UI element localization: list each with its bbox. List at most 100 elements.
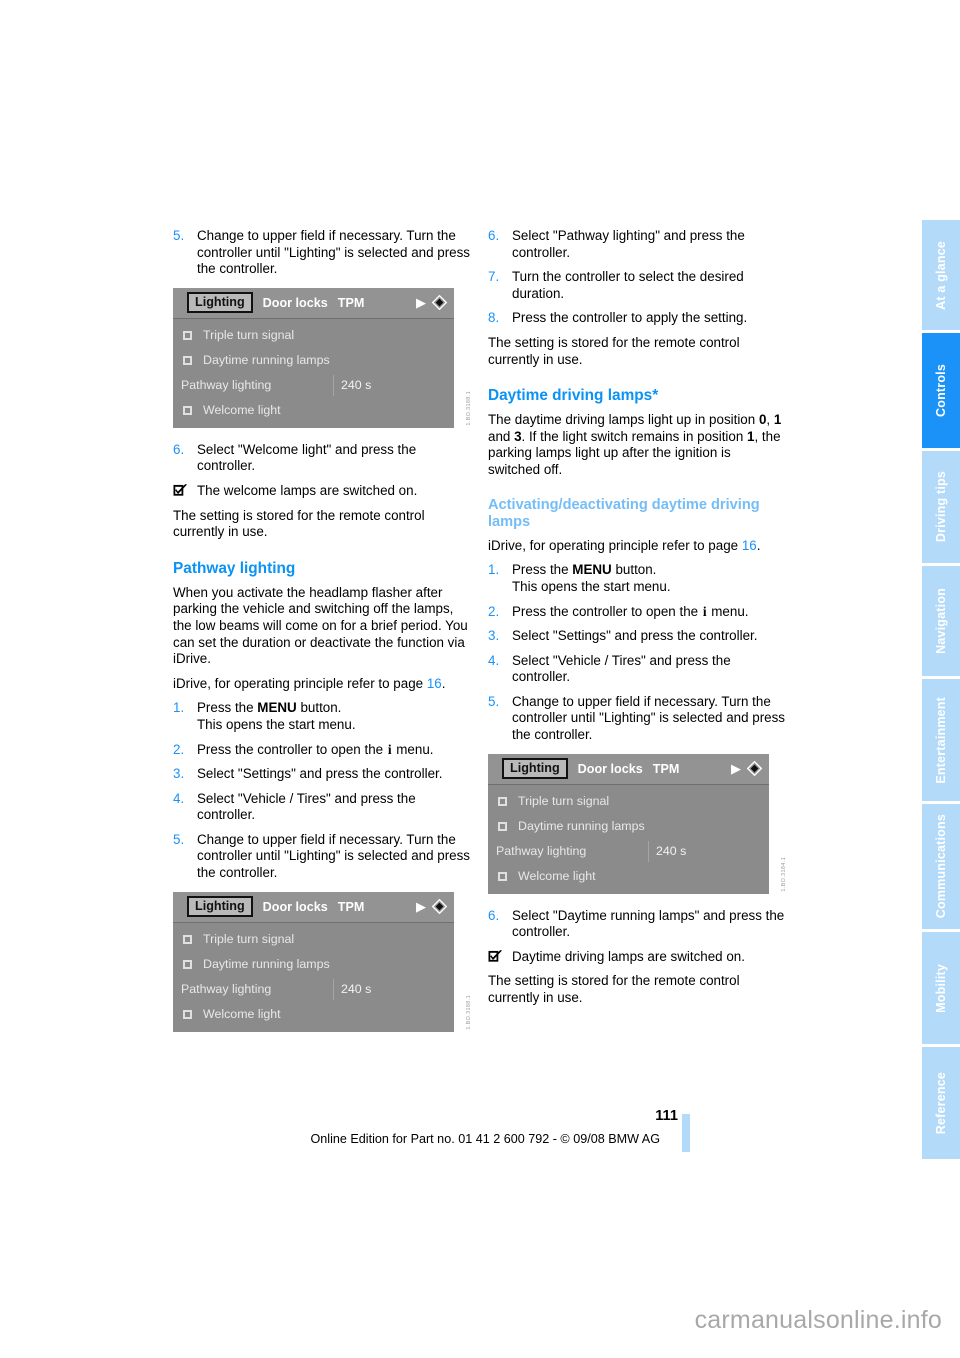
idrive-row-label: Welcome light [203,1007,281,1022]
idrive-row-welcome-light[interactable]: Welcome light [173,398,454,423]
steps-list-bottom-right: 6. Select "Daytime running lamps" and pr… [488,908,785,941]
idrive-row-triple-turn-signal[interactable]: Triple turn signal [173,927,454,952]
list-item: 3. Select "Settings" and press the contro… [173,766,470,783]
daytime-body-text: The daytime driving lamps light up in po… [488,412,785,478]
sidebar-tab-reference[interactable]: Reference [922,1047,960,1159]
checkbox-icon[interactable] [183,934,192,944]
idrive-reference-right: iDrive, for operating principle refer to… [488,538,785,555]
idrive-tabbar: Lighting Door locks TPM ▶ [488,753,769,785]
step-number: 8. [488,310,500,326]
step-number: 1. [488,562,500,578]
checkbox-icon[interactable] [183,405,192,415]
idrive-row-welcome-light[interactable]: Welcome light [488,864,769,889]
edition-line: Online Edition for Part no. 01 41 2 600 … [310,1132,660,1146]
step-text: Press the [197,700,258,716]
section-sidebar: At a glance Controls Driving tips Navigatio… [922,220,960,1162]
sidebar-tab-label: Entertainment [934,696,948,784]
checkbox-icon[interactable] [183,1009,192,1019]
idrive-tab-lighting[interactable]: Lighting [187,292,253,314]
idrive-tab-tpm[interactable]: TPM [338,296,365,310]
page-link[interactable]: 16 [742,538,757,553]
checkbox-icon[interactable] [498,796,507,806]
idrive-row-label: Pathway lighting [181,982,272,997]
sidebar-tab-mobility[interactable]: Mobility [922,932,960,1044]
list-item: 7. Turn the controller to select the desi… [488,269,785,302]
sidebar-tab-entertainment[interactable]: Entertainment [922,679,960,801]
idrive-ref-suffix: . [441,675,446,691]
idrive-row-value: 240 s [341,378,372,393]
step-number: 6. [488,907,500,923]
step-emphasis: MENU [572,562,612,578]
step-text: Press the controller to apply the settin… [512,310,748,326]
sidebar-tab-label: Reference [934,1071,948,1135]
watermark-text: carmanualsonline.info [694,1306,942,1334]
checkbox-icon[interactable] [498,871,507,881]
step-subline: This opens the start menu. [512,578,671,594]
idrive-figure-1: Lighting Door locks TPM ▶ Triple turn si… [173,287,472,428]
idrive-row-label: Daytime running lamps [203,353,330,368]
checkbox-icon[interactable] [183,330,192,340]
step-text-cont: menu. [707,603,749,619]
idrive-tab-door-locks[interactable]: Door locks [263,296,328,310]
page-link[interactable]: 16 [427,676,442,691]
idrive-tab-door-locks[interactable]: Door locks [578,762,643,776]
idrive-row-pathway-lighting[interactable]: Pathway lighting 240 s [173,977,454,1002]
idrive-row-list: Triple turn signal Daytime running lamps… [173,923,454,1027]
idrive-tab-lighting[interactable]: Lighting [187,896,253,918]
result-text: Daytime driving lamps are switched on. [512,948,745,964]
sidebar-tab-label: At a glance [934,240,948,310]
result-text: The welcome lamps are switched on. [197,482,418,498]
steps-list-top-right: 6. Select "Pathway lighting" and press th… [488,228,785,327]
step-text: Turn the controller to select the desire… [512,269,744,301]
checkbox-icon[interactable] [183,355,192,365]
step-number: 1. [173,700,185,716]
idrive-row-pathway-lighting[interactable]: Pathway lighting 240 s [488,839,769,864]
diamond-icon [431,898,448,914]
footer-marker-bar [682,1114,690,1152]
sidebar-tab-label: Controls [934,364,948,417]
idrive-row-label: Welcome light [518,869,596,884]
list-item: 1. Press the MENU button. This opens the s… [488,562,785,595]
right-arrow-icon: ▶ [416,898,426,914]
idrive-row-daytime-running-lamps[interactable]: Daytime running lamps [173,952,454,977]
position-1: 1 [773,412,782,428]
sidebar-tab-label: Driving tips [934,471,948,543]
step-text: Press the controller to open the [197,741,387,757]
list-item: 5. Change to upper field if necessary. T… [173,228,470,278]
sidebar-tab-communications[interactable]: Communications [922,804,960,929]
step-text: Change to upper field if necessary. Turn… [512,693,786,743]
checkbox-icon[interactable] [183,959,192,969]
step-number: 4. [173,790,185,806]
idrive-row-welcome-light[interactable]: Welcome light [173,1002,454,1027]
idrive-tab-door-locks[interactable]: Door locks [263,900,328,914]
step-emphasis: MENU [257,700,297,716]
step-text: Select "Settings" and press the controll… [512,628,758,644]
sidebar-tab-at-a-glance[interactable]: At a glance [922,220,960,330]
checkbox-icon[interactable] [498,821,507,831]
step-number: 5. [488,693,500,709]
sidebar-tab-navigation[interactable]: Navigation [922,566,960,676]
daytime-text-1: The daytime driving lamps light up in po… [488,412,759,428]
step-text: Change to upper field if necessary. Turn… [197,228,471,277]
idrive-row-label: Triple turn signal [518,794,610,809]
idrive-row-label: Daytime running lamps [203,957,330,972]
steps-list-welcome-light: 6. Select "Welcome light" and press the … [173,442,470,475]
idrive-tab-tpm[interactable]: TPM [338,900,365,914]
list-item: 5. Change to upper field if necessary. Tu… [488,694,785,744]
idrive-row-triple-turn-signal[interactable]: Triple turn signal [488,789,769,814]
idrive-tab-lighting[interactable]: Lighting [502,758,568,780]
list-item: 6. Select "Pathway lighting" and press th… [488,228,785,261]
idrive-row-list: Triple turn signal Daytime running lamps… [173,319,454,423]
sidebar-tab-driving-tips[interactable]: Driving tips [922,451,960,563]
figure-code: 1.BO.3184.1 [781,856,787,892]
idrive-row-pathway-lighting[interactable]: Pathway lighting 240 s [173,373,454,398]
step-text: Press the controller to open the [512,603,702,619]
list-item: 5. Change to upper field if necessary. Tu… [173,832,470,882]
idrive-row-triple-turn-signal[interactable]: Triple turn signal [173,323,454,348]
idrive-row-daytime-running-lamps[interactable]: Daytime running lamps [173,348,454,373]
step-text: Select "Daytime running lamps" and press… [512,907,785,940]
sidebar-tab-controls[interactable]: Controls [922,333,960,448]
list-item: 2. Press the controller to open the i men… [488,604,785,621]
idrive-tab-tpm[interactable]: TPM [653,762,680,776]
idrive-row-daytime-running-lamps[interactable]: Daytime running lamps [488,814,769,839]
